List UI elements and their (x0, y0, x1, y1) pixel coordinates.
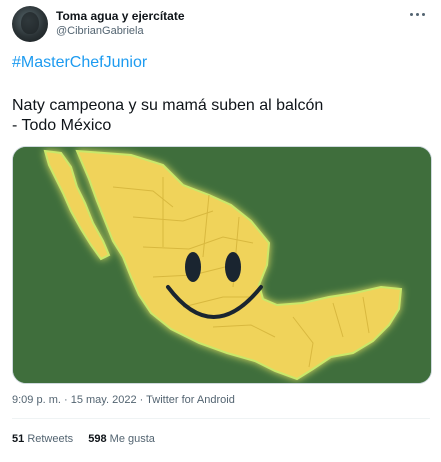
retweets-label: Retweets (27, 433, 74, 445)
retweets-stat[interactable]: 51 Retweets (12, 433, 73, 445)
tweet-source[interactable]: Twitter for Android (146, 394, 235, 406)
tweet-stats: 51 Retweets 598 Me gusta (12, 433, 167, 445)
likes-count: 598 (88, 433, 107, 445)
tweet-text-line-1: Naty campeona y su mamá suben al balcón (12, 97, 324, 114)
tweet-text-line-2: - Todo México (12, 117, 112, 134)
more-options-icon[interactable] (408, 8, 428, 22)
tweet-time: 9:09 p. m. (12, 394, 61, 406)
author-handle[interactable]: @CibrianGabriela (56, 25, 144, 37)
mexico-map-smiley-icon (13, 147, 431, 383)
likes-label: Me gusta (109, 433, 155, 445)
tweet-header: Toma agua y ejercítate @CibrianGabriela (12, 6, 432, 42)
hashtag-link[interactable]: #MasterChefJunior (12, 54, 147, 72)
tweet-text: Naty campeona y su mamá suben al balcón … (12, 96, 432, 136)
meta-separator: · (63, 394, 71, 406)
tweet-date: 15 may. 2022 (70, 394, 137, 406)
author-display-name[interactable]: Toma agua y ejercítate (56, 9, 185, 23)
divider (12, 418, 430, 419)
avatar[interactable] (12, 6, 48, 42)
retweets-count: 51 (12, 433, 25, 445)
tweet-timestamp[interactable]: 9:09 p. m. · 15 may. 2022 · Twitter for … (12, 394, 235, 406)
likes-stat[interactable]: 598 Me gusta (88, 433, 155, 445)
tweet-media-image[interactable] (12, 146, 432, 384)
